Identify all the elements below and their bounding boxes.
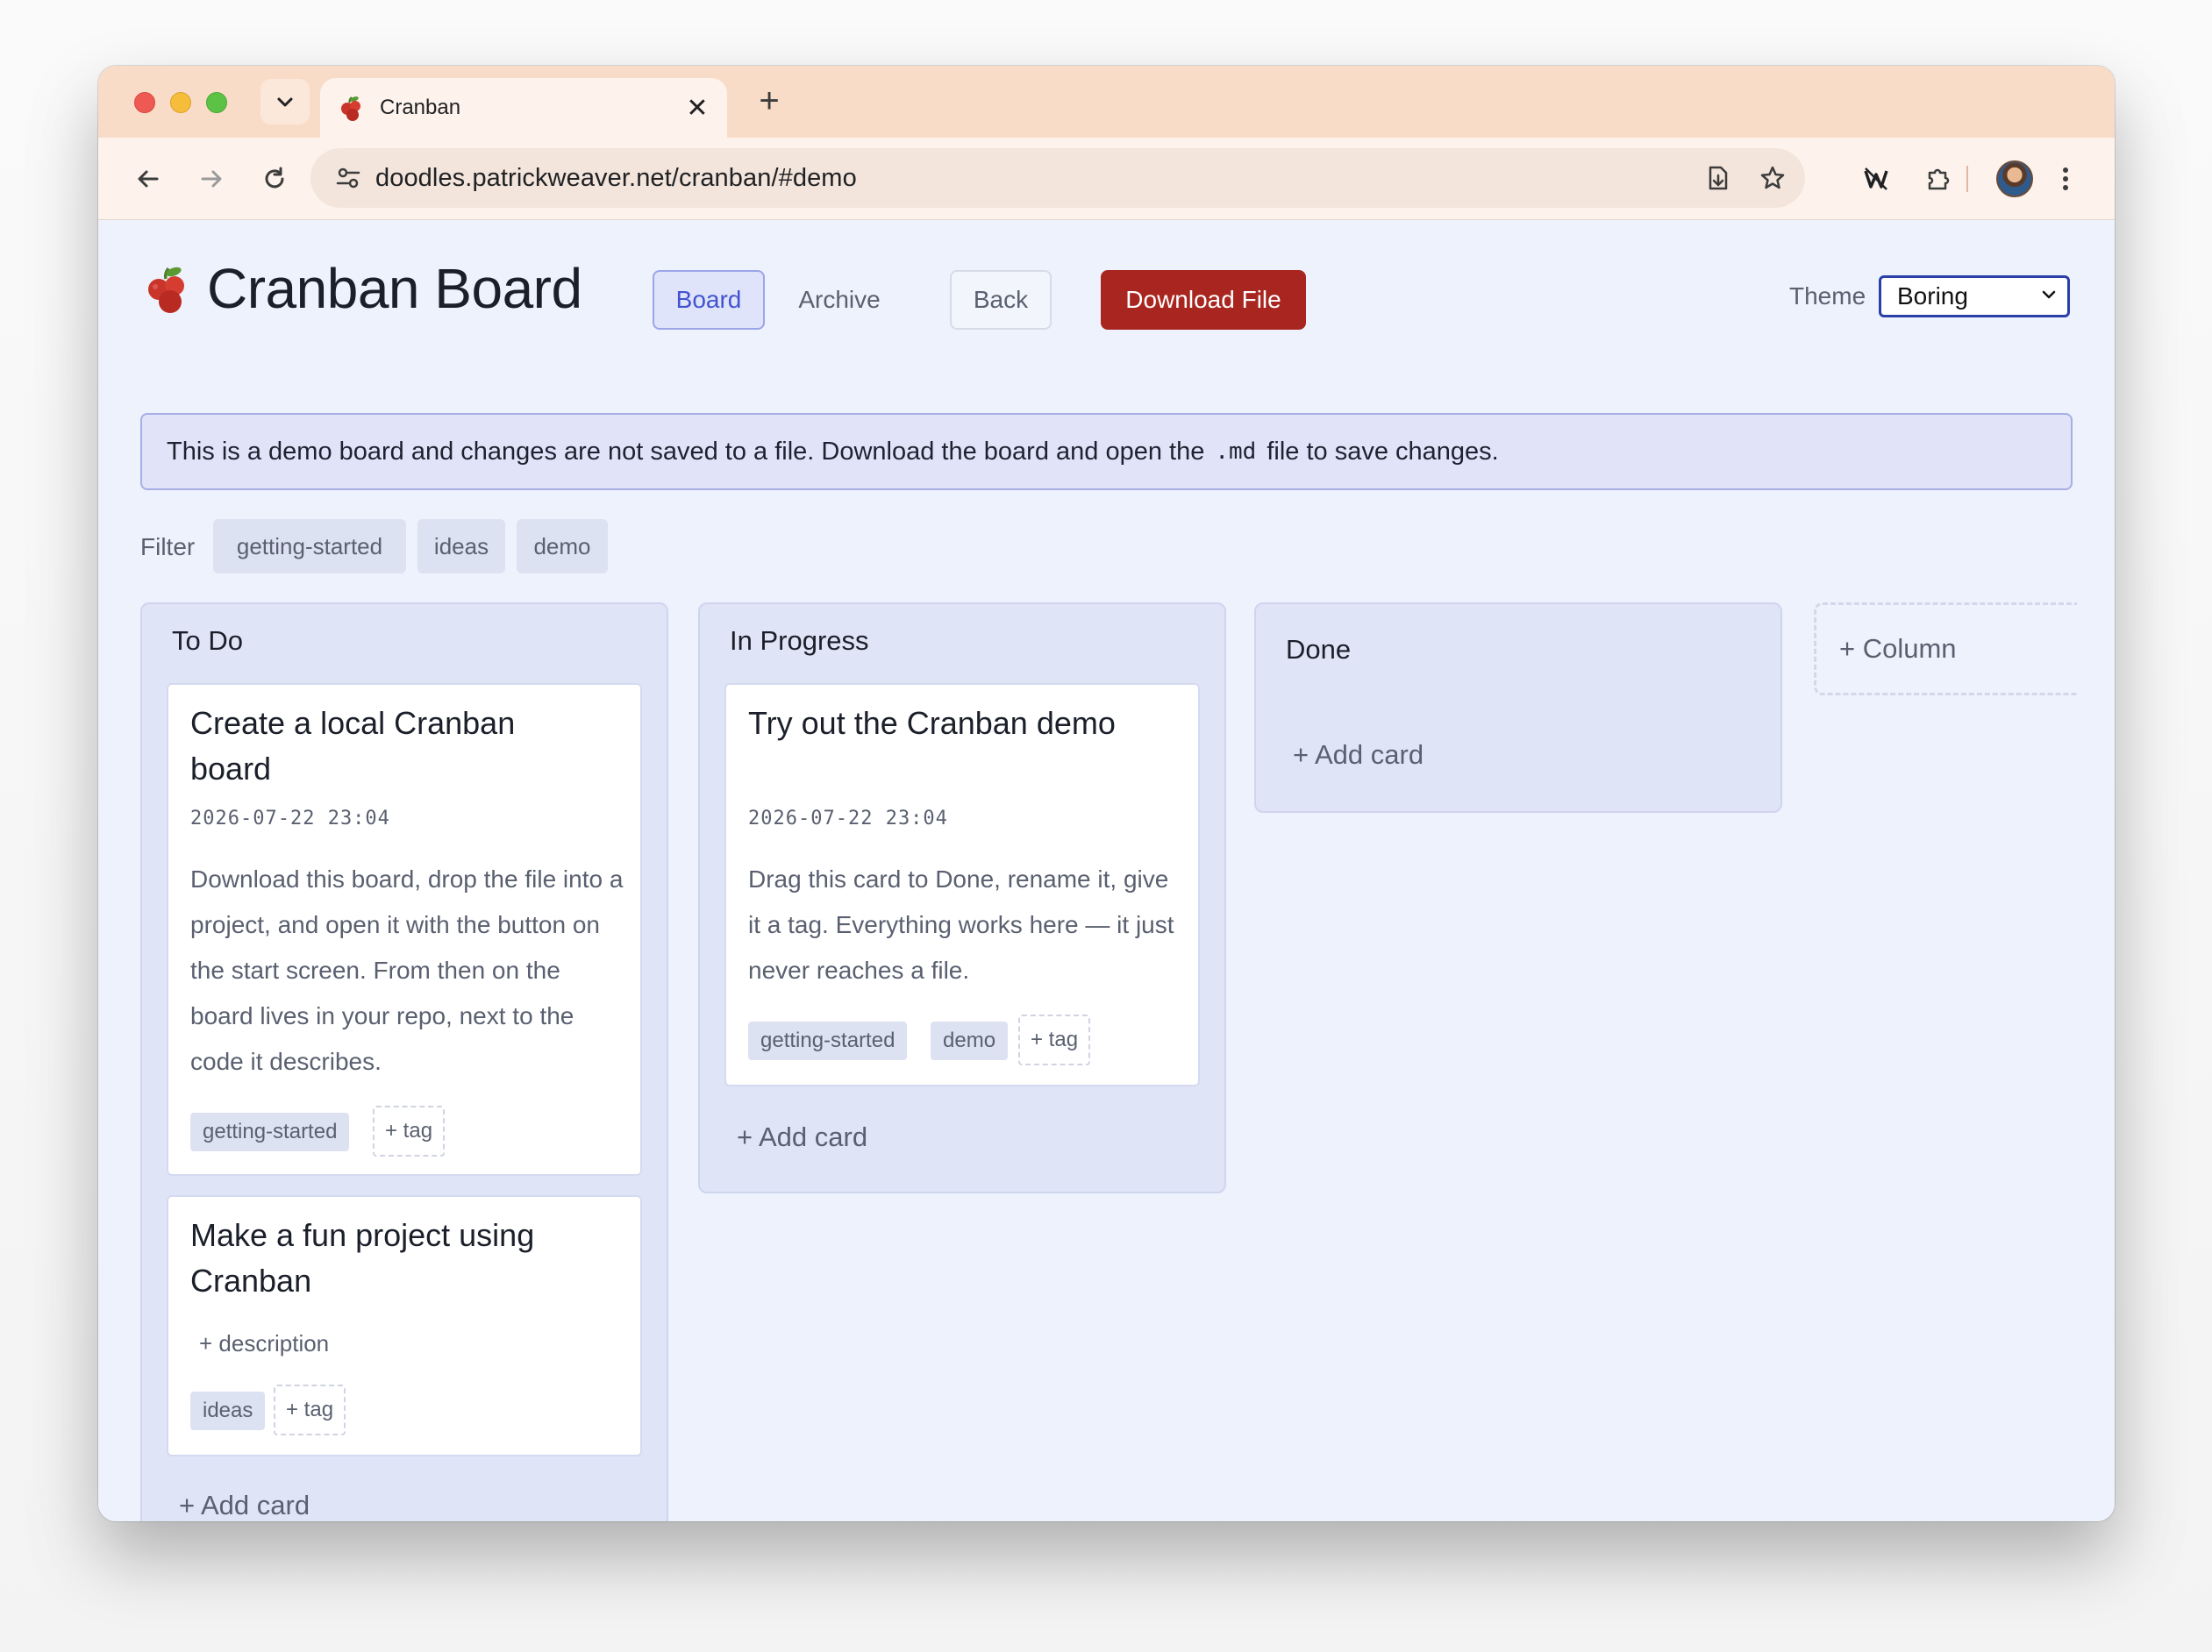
download-file-button[interactable]: Download File bbox=[1101, 270, 1306, 330]
browser-window: Cranban ✕ + doodles.patrickweaver.net/cr… bbox=[98, 66, 2115, 1521]
demo-notice-banner: This is a demo board and changes are not… bbox=[140, 413, 2073, 490]
back-button[interactable]: Back bbox=[950, 270, 1052, 330]
card-description[interactable]: Download this board, drop the file into … bbox=[190, 857, 629, 1085]
theme-selected-value: Boring bbox=[1897, 282, 1968, 310]
tab-search-button[interactable] bbox=[260, 79, 310, 125]
close-window-button[interactable] bbox=[134, 92, 155, 113]
filter-tag-getting-started[interactable]: getting-started bbox=[213, 519, 406, 573]
card[interactable]: Make a fun project using Cranban + descr… bbox=[167, 1195, 642, 1456]
card-title[interactable]: Try out the Cranban demo bbox=[748, 701, 1117, 746]
theme-label: Theme bbox=[1789, 282, 1866, 310]
filter-label: Filter bbox=[140, 533, 196, 560]
profile-avatar[interactable] bbox=[1996, 160, 2033, 197]
reload-icon[interactable] bbox=[254, 159, 295, 199]
banner-code: .md bbox=[1215, 438, 1257, 465]
forward-arrow-icon[interactable] bbox=[191, 159, 232, 199]
url-text[interactable]: doodles.patrickweaver.net/cranban/#demo bbox=[375, 164, 1696, 193]
browser-toolbar: doodles.patrickweaver.net/cranban/#demo bbox=[98, 138, 2115, 220]
browser-tab-active[interactable]: Cranban ✕ bbox=[320, 78, 727, 138]
new-tab-icon[interactable]: + bbox=[747, 82, 791, 121]
bookmark-star-icon[interactable] bbox=[1751, 156, 1795, 200]
card-tag[interactable]: getting-started bbox=[190, 1113, 350, 1151]
card-date: 2026-07-22 23:04 bbox=[748, 808, 948, 830]
chevron-down-icon bbox=[277, 97, 293, 107]
minimize-window-button[interactable] bbox=[170, 92, 191, 113]
page-content: Cranban Board Board Archive Back Downloa… bbox=[98, 221, 2115, 1521]
add-tag-button[interactable]: + tag bbox=[373, 1106, 446, 1157]
tab-archive[interactable]: Archive bbox=[782, 270, 896, 330]
toolbar-divider bbox=[1966, 166, 1968, 192]
tab-board[interactable]: Board bbox=[653, 270, 765, 330]
add-column-button[interactable]: + Column bbox=[1814, 602, 2077, 695]
card[interactable]: Create a local Cranban board 2026-07-22 … bbox=[167, 683, 642, 1176]
banner-text: This is a demo board and changes are not… bbox=[167, 437, 1205, 466]
cranberry-favicon-icon bbox=[341, 96, 360, 121]
column-title: In Progress bbox=[730, 625, 869, 656]
add-card-button[interactable]: + Add card bbox=[179, 1490, 310, 1521]
puzzle-extensions-icon[interactable] bbox=[1917, 157, 1961, 201]
more-menu-icon[interactable] bbox=[2044, 157, 2087, 201]
install-app-icon[interactable] bbox=[1696, 156, 1740, 200]
back-arrow-icon[interactable] bbox=[128, 159, 168, 199]
column-in-progress: In Progress Try out the Cranban demo 202… bbox=[698, 602, 1226, 1193]
banner-text-end: file to save changes. bbox=[1267, 437, 1499, 466]
card[interactable]: Try out the Cranban demo 2026-07-22 23:0… bbox=[724, 683, 1200, 1086]
tab-title: Cranban bbox=[380, 96, 461, 119]
page-title: Cranban Board bbox=[207, 257, 582, 320]
card-description[interactable]: Drag this card to Done, rename it, give … bbox=[748, 857, 1187, 993]
extension-icon[interactable] bbox=[1854, 157, 1898, 201]
filter-tag-ideas[interactable]: ideas bbox=[417, 519, 505, 573]
maximize-window-button[interactable] bbox=[206, 92, 227, 113]
card-date: 2026-07-22 23:04 bbox=[190, 808, 390, 830]
column-title: Done bbox=[1286, 634, 1352, 665]
tab-strip: Cranban ✕ + bbox=[98, 66, 2115, 138]
cranberry-logo-icon bbox=[148, 267, 184, 313]
chevron-down-icon bbox=[2042, 290, 2056, 299]
add-tag-button[interactable]: + tag bbox=[1018, 1015, 1091, 1065]
add-card-button[interactable]: + Add card bbox=[737, 1122, 867, 1153]
add-card-button[interactable]: + Add card bbox=[1293, 739, 1424, 771]
card-tag[interactable]: demo bbox=[931, 1022, 1009, 1060]
card-title[interactable]: Create a local Cranban board bbox=[190, 701, 559, 792]
close-tab-icon[interactable]: ✕ bbox=[680, 93, 715, 124]
card-title[interactable]: Make a fun project using Cranban bbox=[190, 1213, 559, 1304]
column-to-do: To Do Create a local Cranban board 2026-… bbox=[140, 602, 668, 1521]
filter-tag-demo[interactable]: demo bbox=[517, 519, 608, 573]
add-tag-button[interactable]: + tag bbox=[274, 1385, 346, 1435]
address-bar[interactable]: doodles.patrickweaver.net/cranban/#demo bbox=[310, 148, 1805, 208]
card-tag[interactable]: ideas bbox=[190, 1392, 266, 1430]
card-tag[interactable]: getting-started bbox=[748, 1022, 908, 1060]
column-done: Done + Add card bbox=[1254, 602, 1782, 813]
column-title: To Do bbox=[172, 625, 243, 656]
site-info-icon[interactable] bbox=[328, 158, 368, 198]
theme-select[interactable]: Boring bbox=[1879, 275, 2070, 317]
add-description-button[interactable]: + description bbox=[199, 1330, 329, 1357]
